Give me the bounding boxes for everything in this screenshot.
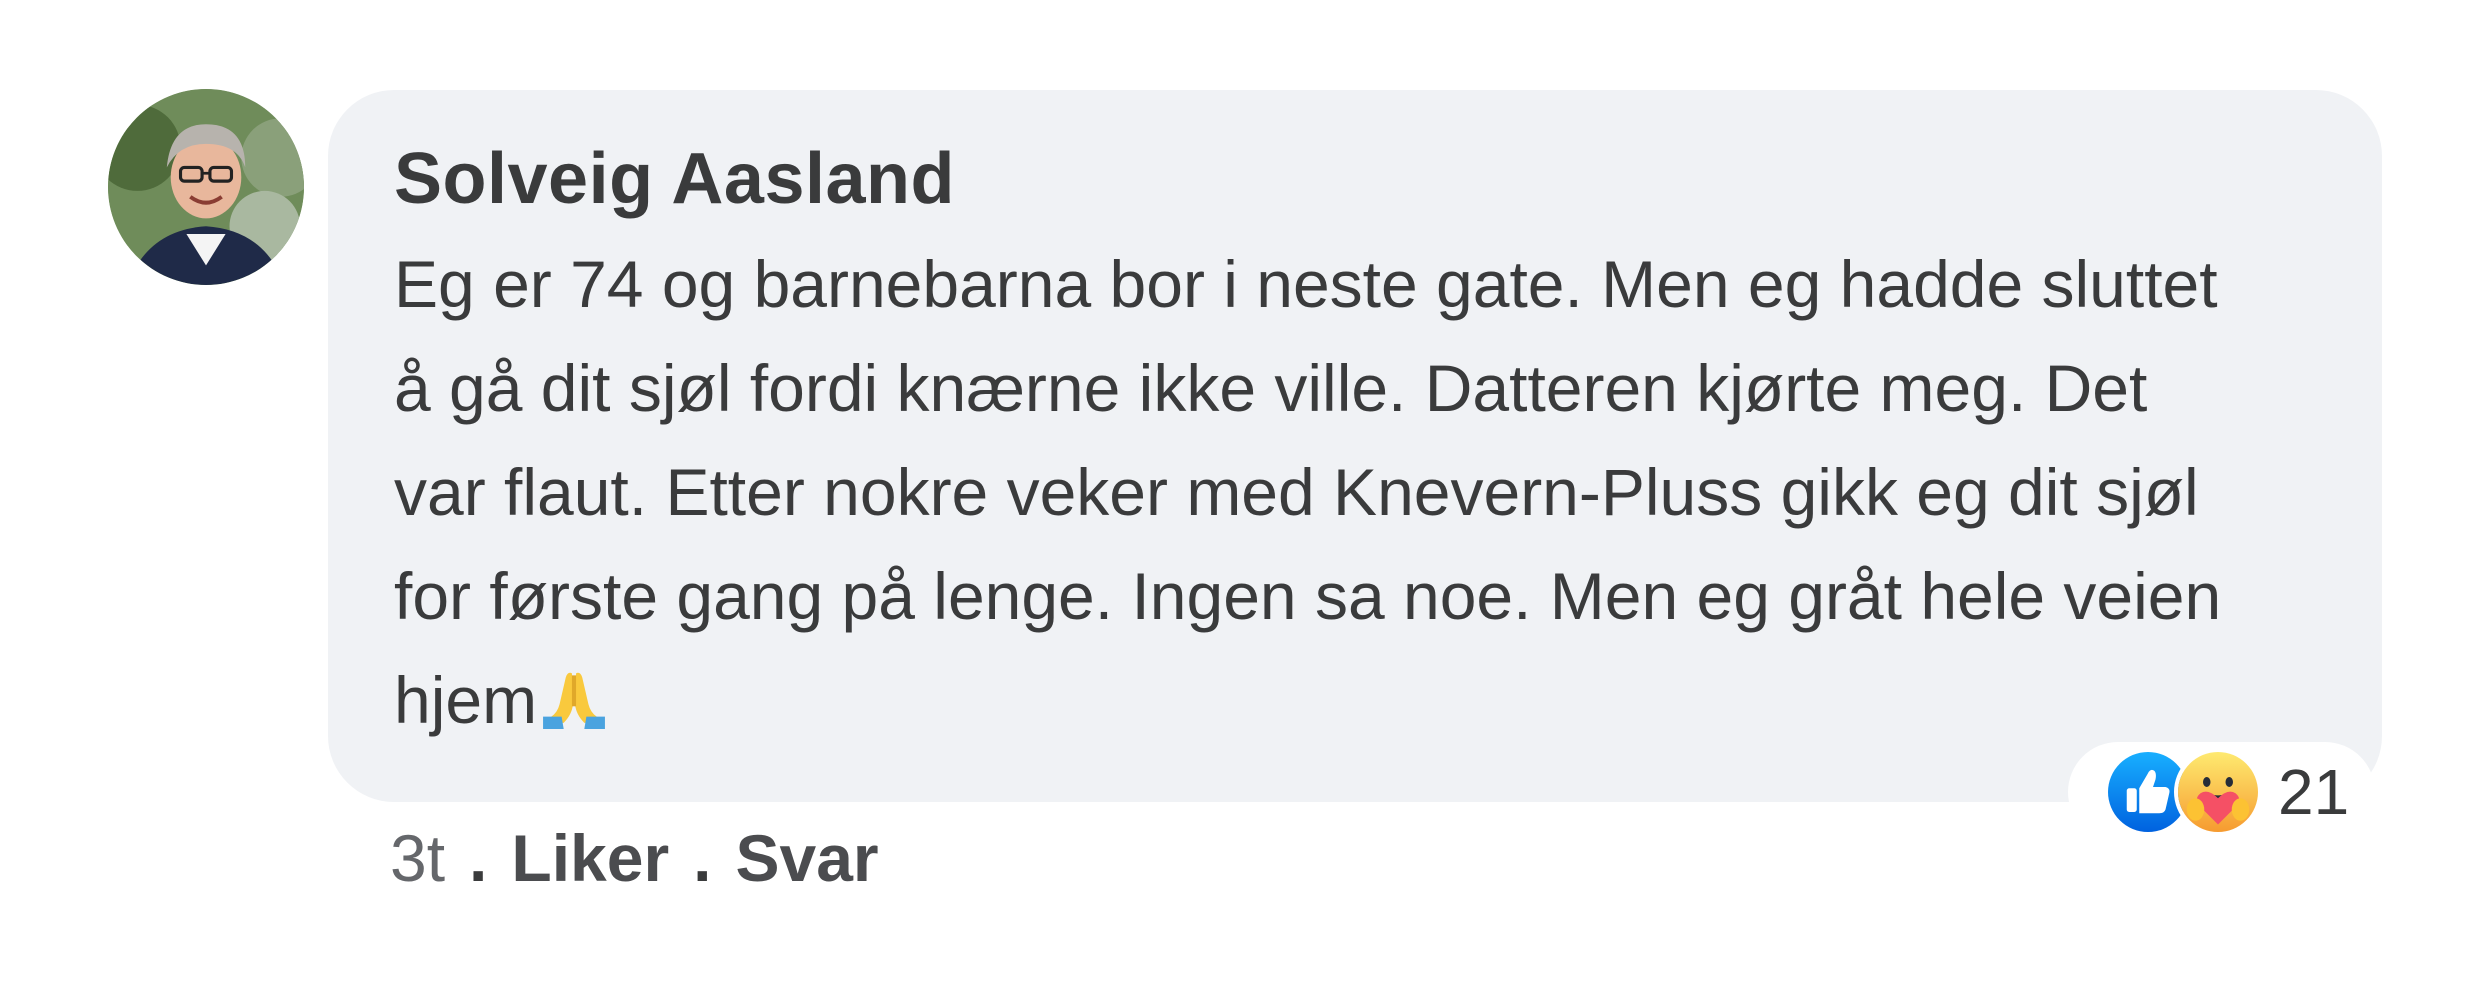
comment-timestamp[interactable]: 3t [390,820,445,896]
comment-actions: 3t . Liker . Svar [390,820,879,896]
comment-bubble: Solveig Aasland Eg er 74 og barnebarna b… [328,90,2382,802]
comment-text: Eg er 74 og barnebarna bor i neste gate.… [394,232,2322,752]
avatar-photo [108,89,304,285]
folded-hands-icon [541,663,607,729]
comment-author[interactable]: Solveig Aasland [394,134,2322,224]
like-button[interactable]: Liker [511,820,669,896]
separator: . [469,821,488,895]
reply-button[interactable]: Svar [735,820,878,896]
avatar[interactable] [108,89,304,285]
care-icon [2174,748,2262,836]
reaction-count: 21 [2278,756,2350,828]
reactions-summary[interactable]: 21 [2068,742,2376,842]
comment-text-content: Eg er 74 og barnebarna bor i neste gate.… [394,247,2222,737]
separator: . [693,821,712,895]
